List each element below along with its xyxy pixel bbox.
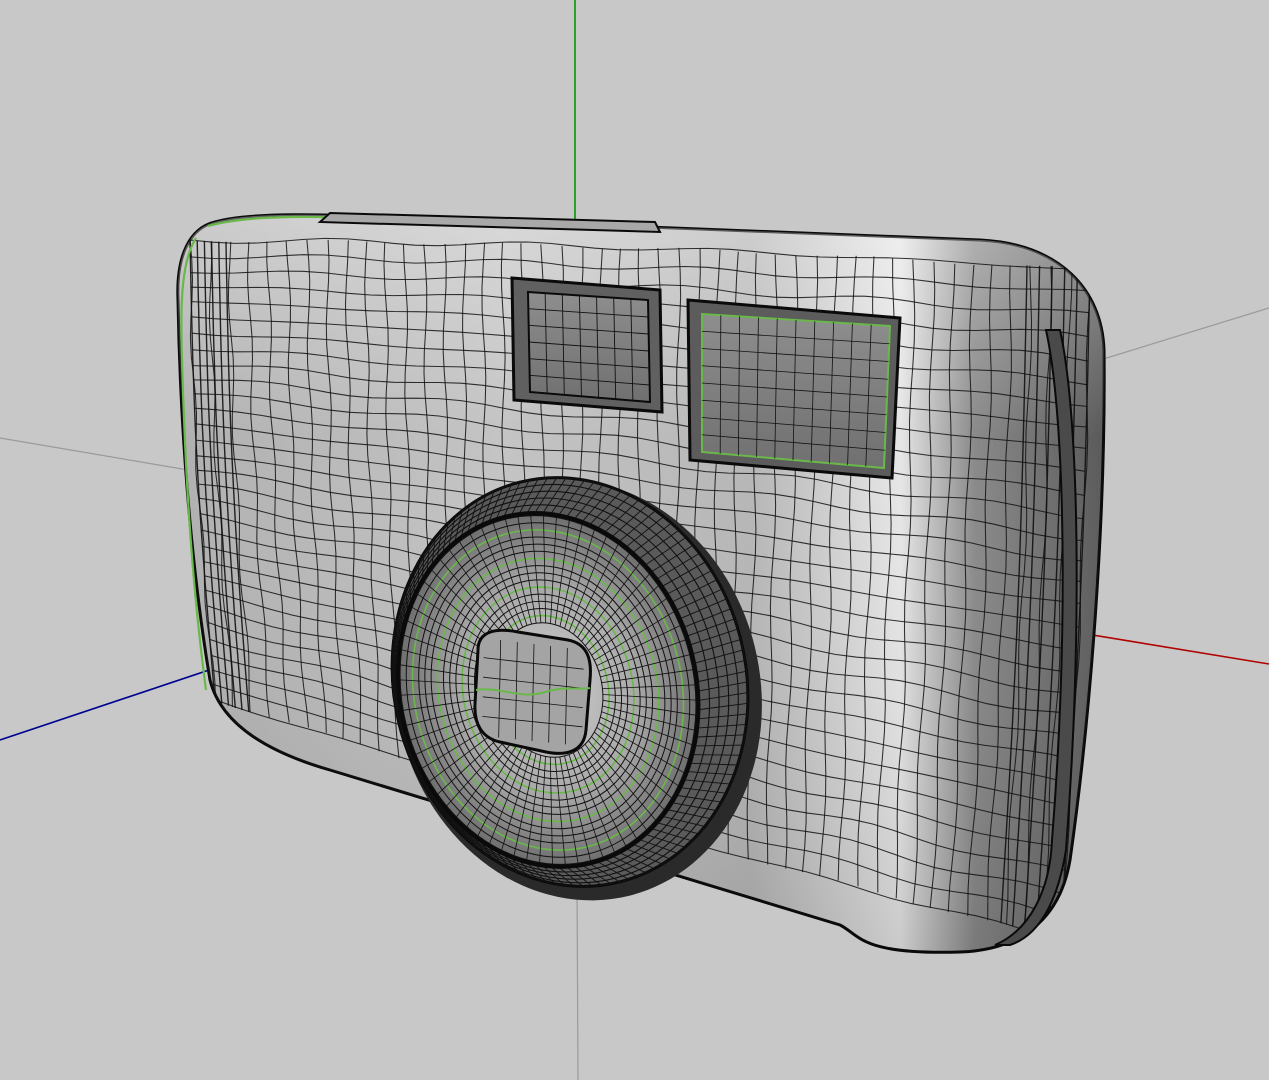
y-axis-negative — [576, 879, 579, 1080]
viewport-canvas[interactable] — [0, 0, 1269, 1080]
flash-window[interactable] — [686, 298, 902, 480]
axis-grey-right — [1099, 307, 1269, 361]
3d-viewport[interactable] — [0, 0, 1269, 1080]
viewfinder-window[interactable] — [510, 276, 664, 414]
camera-model[interactable] — [176, 211, 1106, 954]
x-axis-negative — [0, 437, 201, 473]
